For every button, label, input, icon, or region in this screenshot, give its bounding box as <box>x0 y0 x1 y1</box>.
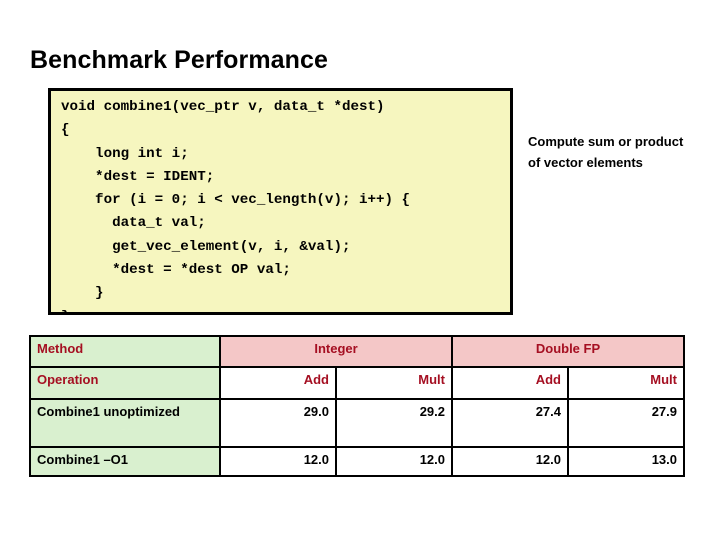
value-combine1-unoptimized-double-mult: 27.9 <box>567 398 685 448</box>
slide-canvas: Benchmark Performance void combine1(vec_… <box>0 0 720 540</box>
header-group-double-fp: Double FP <box>451 335 685 368</box>
value-combine1-o1-double-mult: 13.0 <box>567 446 685 477</box>
value-combine1-unoptimized-double-add: 27.4 <box>451 398 569 448</box>
operation-integer-add: Add <box>219 366 337 400</box>
operation-double-mult: Mult <box>567 366 685 400</box>
code-annotation-note: Compute sum or product of vector element… <box>528 134 684 170</box>
value-combine1-o1-integer-add: 12.0 <box>219 446 337 477</box>
operation-double-add: Add <box>451 366 569 400</box>
value-combine1-o1-integer-mult: 12.0 <box>335 446 453 477</box>
benchmark-performance-table: Method Integer Double FP Operation Add M… <box>29 335 685 477</box>
page-title: Benchmark Performance <box>30 46 329 74</box>
value-combine1-o1-double-add: 12.0 <box>451 446 569 477</box>
value-combine1-unoptimized-integer-add: 29.0 <box>219 398 337 448</box>
header-group-integer: Integer <box>219 335 453 368</box>
operation-integer-mult: Mult <box>335 366 453 400</box>
value-combine1-unoptimized-integer-mult: 29.2 <box>335 398 453 448</box>
table-operation-row: Operation Add Mult Add Mult <box>29 366 685 400</box>
operation-label: Operation <box>29 366 221 400</box>
table-row: Combine1 –O1 12.0 12.0 12.0 13.0 <box>29 446 685 477</box>
code-listing-box: void combine1(vec_ptr v, data_t *dest) {… <box>48 88 513 315</box>
header-method: Method <box>29 335 221 368</box>
code-listing-text: void combine1(vec_ptr v, data_t *dest) {… <box>61 99 411 312</box>
table-row: Combine1 unoptimized 29.0 29.2 27.4 27.9 <box>29 398 685 448</box>
table-header-row: Method Integer Double FP <box>29 335 685 368</box>
row-label-combine1-unoptimized: Combine1 unoptimized <box>29 398 221 448</box>
row-label-combine1-o1: Combine1 –O1 <box>29 446 221 477</box>
